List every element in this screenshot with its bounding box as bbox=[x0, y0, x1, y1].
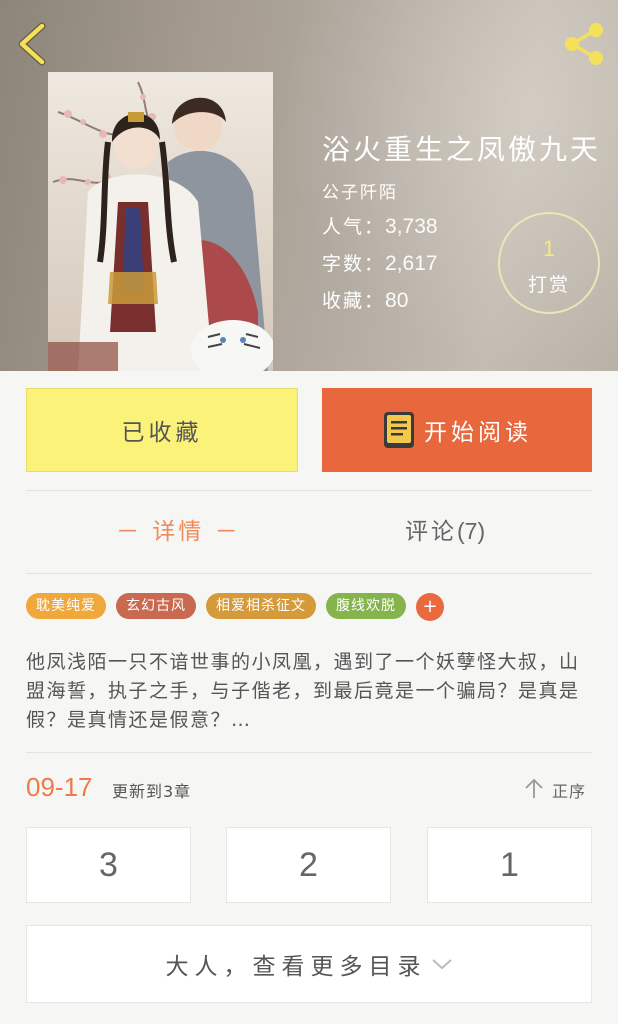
tag-item[interactable]: 相爱相杀征文 bbox=[206, 593, 316, 619]
reward-label: 打赏 bbox=[527, 274, 570, 296]
tag-item[interactable]: 腹线欢脱 bbox=[326, 593, 406, 619]
stat-popularity-value: 3,738 bbox=[385, 215, 438, 238]
chapter-button[interactable]: 2 bbox=[226, 827, 391, 903]
divider bbox=[26, 490, 592, 491]
tab-comments[interactable]: 评论(7) bbox=[405, 512, 485, 558]
book-header: 浴火重生之凤傲九天 公子阡陌 人气：3,738 字数：2,617 收藏：80 1… bbox=[0, 0, 618, 371]
book-title: 浴火重生之凤傲九天 bbox=[322, 133, 602, 166]
stat-favorites: 收藏：80 bbox=[322, 286, 408, 313]
stat-word-count-value: 2,617 bbox=[385, 252, 438, 275]
update-date: 09-17 bbox=[26, 772, 93, 802]
tab-comments-count: (7) bbox=[457, 518, 486, 544]
stat-word-count: 字数：2,617 bbox=[322, 249, 438, 276]
update-text: 更新到3章 bbox=[112, 782, 192, 801]
book-description: 他凤浅陌一只不谙世事的小凤凰，遇到了一个妖孽怪大叔，山盟海誓，执子之手，与子偕老… bbox=[26, 651, 580, 731]
reward-count: 1 bbox=[542, 236, 556, 261]
tag-list: 耽美纯爱 玄幻古风 相爱相杀征文 腹线欢脱 + bbox=[26, 593, 444, 621]
stat-word-count-label: 字数： bbox=[322, 253, 386, 275]
book-icon bbox=[384, 412, 414, 448]
arrow-up-icon bbox=[525, 778, 543, 798]
favorited-button[interactable]: 已收藏 bbox=[26, 388, 298, 472]
divider bbox=[26, 752, 592, 753]
book-author[interactable]: 公子阡陌 bbox=[322, 178, 398, 203]
stat-popularity-label: 人气： bbox=[322, 216, 386, 238]
chapter-button[interactable]: 1 bbox=[427, 827, 592, 903]
divider bbox=[26, 573, 592, 574]
more-catalog-label: 大人，查看更多目录 bbox=[165, 954, 427, 980]
stat-popularity: 人气：3,738 bbox=[322, 212, 438, 239]
share-icon bbox=[565, 23, 603, 65]
cover-illustration bbox=[48, 81, 273, 371]
tab-details[interactable]: － 详情 － bbox=[116, 512, 241, 558]
tag-item[interactable]: 玄幻古风 bbox=[116, 593, 196, 619]
sort-order-label: 正序 bbox=[552, 782, 587, 801]
start-reading-button[interactable]: 开始阅读 bbox=[322, 388, 592, 472]
book-cover[interactable] bbox=[48, 72, 273, 371]
back-button[interactable] bbox=[14, 20, 54, 68]
share-button[interactable] bbox=[560, 20, 608, 68]
start-reading-label: 开始阅读 bbox=[424, 420, 532, 446]
add-tag-button[interactable]: + bbox=[416, 593, 444, 621]
sort-order-button[interactable]: 正序 bbox=[524, 776, 594, 802]
chevron-left-icon bbox=[18, 22, 46, 66]
stat-favorites-value: 80 bbox=[385, 289, 409, 312]
more-catalog-button[interactable]: 大人，查看更多目录 bbox=[26, 925, 592, 1003]
tag-item[interactable]: 耽美纯爱 bbox=[26, 593, 106, 619]
stat-favorites-label: 收藏： bbox=[322, 290, 386, 312]
chapter-button[interactable]: 3 bbox=[26, 827, 191, 903]
tab-comments-label: 评论 bbox=[405, 519, 457, 545]
reward-button[interactable]: 1 打赏 bbox=[498, 212, 600, 314]
chevron-down-icon bbox=[431, 959, 452, 970]
